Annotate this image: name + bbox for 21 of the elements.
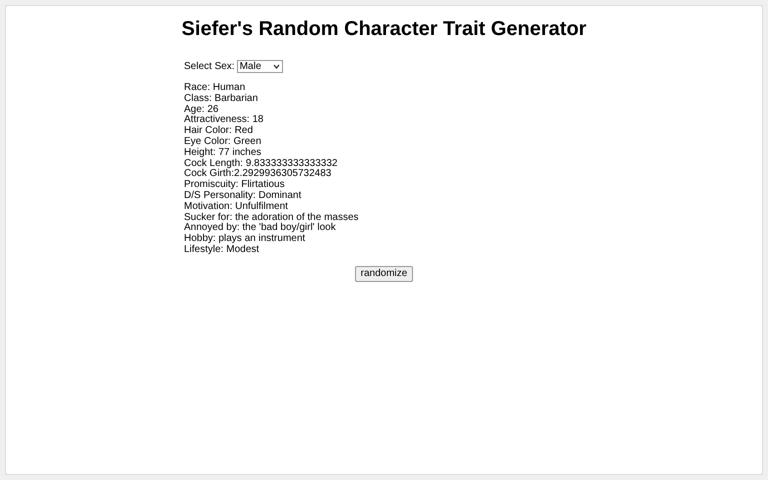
trait-line: Hair Color: Red bbox=[184, 126, 254, 136]
trait-line: Sucker for: the adoration of the masses bbox=[184, 212, 360, 223]
trait-line: Lifestyle: Modest bbox=[184, 244, 260, 256]
trait-line: Age: 26 bbox=[184, 104, 218, 115]
trait-line: Annoyed by: the 'bad boy/girl' look bbox=[184, 223, 337, 234]
trait-line: Attractiveness: 18 bbox=[184, 115, 264, 126]
page-title: Siefer's Random Character Trait Generator bbox=[182, 17, 586, 41]
trait-line: Eye Color: Green bbox=[184, 136, 262, 148]
trait-line: Cock Girth:2.2929936305732483 bbox=[184, 169, 332, 180]
sex-dropdown[interactable]: Male bbox=[236, 60, 283, 73]
trait-line: Promiscuity: Flirtatious bbox=[184, 180, 286, 190]
trait-line: Race: Human bbox=[184, 83, 246, 94]
trait-line: Class: Barbarian bbox=[184, 94, 259, 105]
trait-line: Height: 77 inches bbox=[184, 148, 262, 158]
select-label: Select Sex: bbox=[184, 60, 235, 74]
trait-line: D/S Personality: Dominant bbox=[184, 190, 302, 202]
caret-icon bbox=[272, 64, 280, 69]
randomize-button[interactable]: randomize bbox=[354, 266, 414, 282]
trait-line: Hobby: plays an instrument bbox=[184, 234, 306, 244]
trait-line: Motivation: Unfulfilment bbox=[184, 202, 289, 212]
trait-line: Cock Length: 9.833333333333332 bbox=[184, 158, 338, 169]
